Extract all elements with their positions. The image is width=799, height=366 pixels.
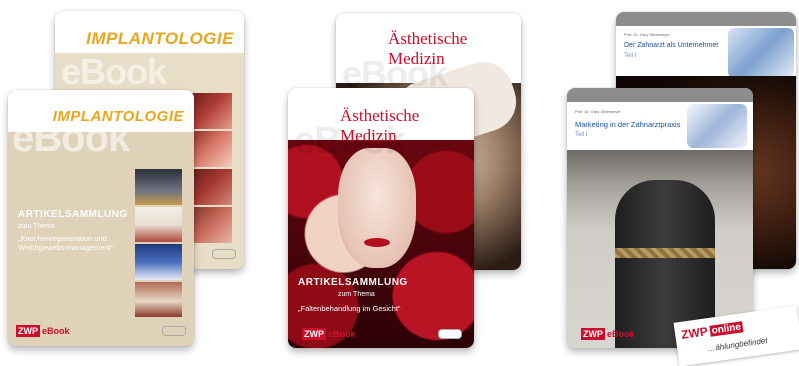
implant-photo-strip — [188, 93, 232, 243]
cover-author: Prof. Dr. Gary Steinmeyer — [575, 109, 621, 114]
publisher-logo — [162, 326, 186, 336]
cover-topic: „Faltenbehandlung im Gesicht“ — [298, 304, 401, 313]
publisher-logo — [212, 249, 236, 259]
ebook-label: eBook — [607, 329, 635, 339]
cover-handshake-photo — [728, 28, 794, 78]
ebook-watermark: eBook — [294, 120, 406, 162]
online-tag: online — [708, 320, 744, 337]
ebook-watermark: eBook — [61, 51, 167, 92]
stamp-line: …ählungbefindet — [706, 335, 769, 354]
cover-part: Teil I — [575, 132, 588, 138]
ebook-label: eBook — [328, 329, 356, 339]
cover-title: Der Zahnarzt als Unternehmer — [624, 42, 719, 49]
ebook-cover-aesthetik-front[interactable]: Ästhetische Medizin eBook ARTIKELSAMMLUN… — [288, 88, 474, 348]
cover-lips — [364, 238, 390, 247]
ebook-label: eBook — [42, 326, 70, 336]
cover-author: Prof. Dr. Gary Steinmeyer — [624, 32, 670, 37]
zwp-logo: ZWP — [302, 328, 326, 340]
cover-heading: ARTIKELSAMMLUNG — [18, 209, 128, 220]
cover-subheading: zum Thema — [18, 223, 55, 230]
cover-heading: ARTIKELSAMMLUNG — [298, 277, 408, 288]
dental-photo-strip — [135, 169, 182, 317]
cover-grey-header-bar — [567, 88, 753, 102]
zwp-ebook-badge: ZWP eBook — [16, 325, 70, 337]
series-title: IMPLANTOLOGIE — [86, 29, 234, 48]
cover-face — [338, 148, 416, 268]
zwp-logo: ZWP — [581, 328, 605, 340]
cover-rope — [615, 248, 715, 258]
ebook-watermark: eBook — [12, 116, 130, 160]
zwp-brand: ZWP — [680, 324, 709, 342]
cover-grey-header-bar — [616, 12, 796, 26]
cover-subheading: zum Thema — [338, 291, 375, 298]
ebook-cover-implantologie-front[interactable]: IMPLANTOLOGIE eBook ARTIKELSAMMLUNG zum … — [8, 90, 194, 346]
ebook-cover-marketing-front[interactable]: Prof. Dr. Gary Steinmeyer Marketing in d… — [567, 88, 753, 348]
cover-part: Teil I — [624, 53, 637, 59]
zwp-logo: ZWP — [16, 325, 40, 337]
zwp-ebook-badge: ZWP eBook — [581, 328, 635, 340]
cover-title: Marketing in der Zahnarztpraxis — [575, 120, 681, 129]
zwp-ebook-badge: ZWP eBook — [302, 328, 356, 340]
cover-topic: „Knochenregeneration und Weichgewebs-man… — [18, 234, 114, 252]
cover-chart-photo — [687, 104, 747, 148]
publisher-logo — [438, 329, 462, 339]
